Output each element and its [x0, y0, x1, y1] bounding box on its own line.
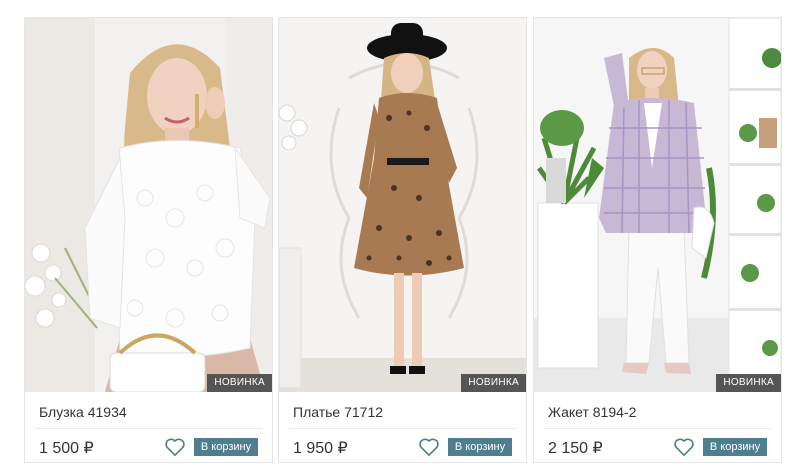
- new-badge: НОВИНКА: [461, 374, 526, 392]
- heart-outline-icon[interactable]: [418, 437, 440, 457]
- add-to-cart-button[interactable]: В корзину: [194, 438, 258, 456]
- plaid-jacket-photo: [534, 18, 781, 392]
- product-price: 1 950 ₽: [293, 440, 348, 457]
- divider: [35, 428, 262, 429]
- product-price: 1 500 ₽: [39, 440, 94, 457]
- divider: [289, 428, 516, 429]
- product-photo[interactable]: НОВИНКА: [25, 18, 272, 392]
- product-photo[interactable]: НОВИНКА: [534, 18, 781, 392]
- new-badge: НОВИНКА: [207, 374, 272, 392]
- new-badge: НОВИНКА: [716, 374, 781, 392]
- product-card[interactable]: НОВИНКА Жакет 8194-2 2 150 ₽ В корзину: [533, 17, 782, 463]
- product-title[interactable]: Блузка 41934: [39, 404, 127, 420]
- add-to-cart-button[interactable]: В корзину: [703, 438, 767, 456]
- product-card[interactable]: НОВИНКА Платье 71712 1 950 ₽ В корзину: [278, 17, 527, 463]
- product-card[interactable]: НОВИНКА Блузка 41934 1 500 ₽ В корзину: [24, 17, 273, 463]
- product-title[interactable]: Жакет 8194-2: [548, 404, 636, 420]
- product-price: 2 150 ₽: [548, 440, 603, 457]
- product-title[interactable]: Платье 71712: [293, 404, 383, 420]
- add-to-cart-button[interactable]: В корзину: [448, 438, 512, 456]
- heart-outline-icon[interactable]: [673, 437, 695, 457]
- blouse-photo: [25, 18, 272, 392]
- product-grid: НОВИНКА Блузка 41934 1 500 ₽ В корзину Н…: [0, 0, 800, 468]
- divider: [544, 428, 771, 429]
- heart-outline-icon[interactable]: [164, 437, 186, 457]
- product-photo[interactable]: НОВИНКА: [279, 18, 526, 392]
- leopard-dress-photo: [279, 18, 526, 392]
